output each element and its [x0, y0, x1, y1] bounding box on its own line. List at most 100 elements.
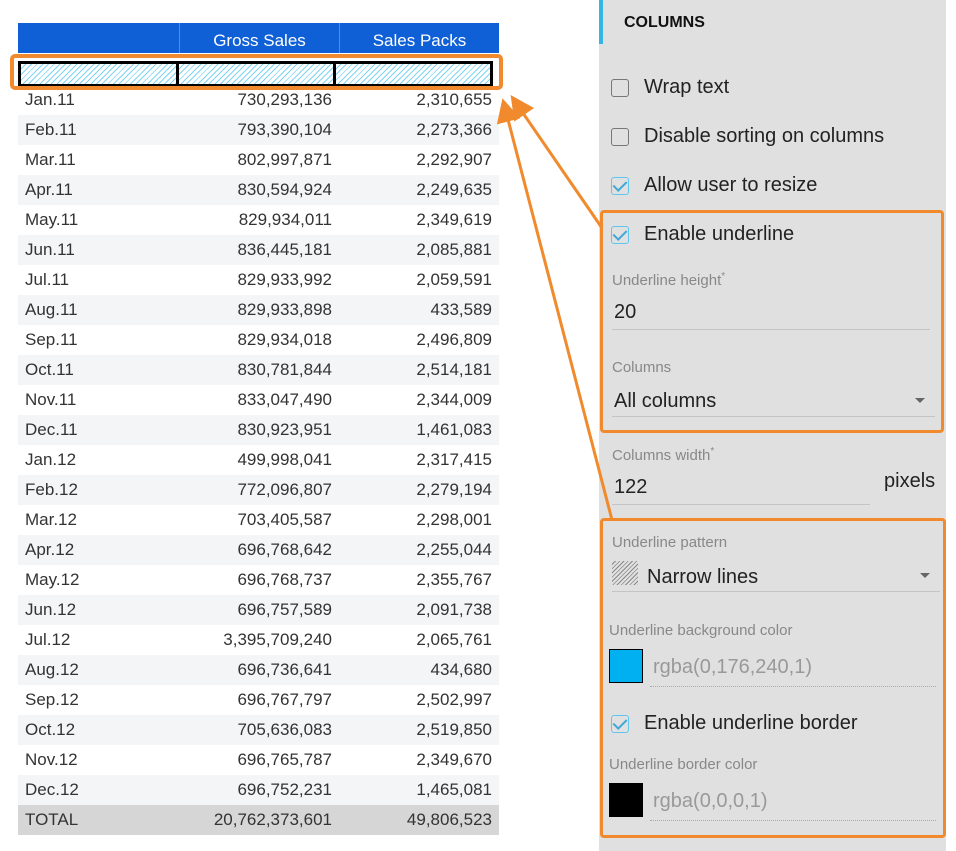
sales-packs-cell: 2,355,767 — [416, 570, 492, 589]
gross-sales-cell: 696,767,797 — [237, 690, 332, 709]
gross-sales-cell: 829,934,018 — [237, 330, 332, 349]
row-label: Aug.12 — [25, 660, 79, 679]
sales-packs-cell: 2,292,907 — [416, 150, 492, 169]
row-label: Jan.11 — [25, 90, 75, 109]
table-row: Aug.12 696,736,641 434,680 — [18, 655, 499, 685]
table-row: Apr.12 696,768,642 2,255,044 — [18, 535, 499, 565]
sales-packs-cell: 2,344,009 — [416, 390, 492, 409]
table-row: Jul.12 3,395,709,240 2,065,761 — [18, 625, 499, 655]
section-title: COLUMNS — [624, 14, 705, 31]
table-row: Apr.11 830,594,924 2,249,635 — [18, 175, 499, 205]
gross-sales-cell: 705,636,083 — [237, 720, 332, 739]
arrow-from-underline-style — [496, 98, 614, 521]
table-row: Sep.12 696,767,797 2,502,997 — [18, 685, 499, 715]
disable-sorting-label: Disable sorting on columns — [644, 125, 885, 147]
data-grid: Gross Sales Sales Packs Jan.11 730,293,13… — [18, 23, 499, 835]
sales-packs-cell: 2,059,591 — [416, 270, 492, 289]
columns-width-input[interactable]: 122 — [614, 476, 647, 499]
gross-sales-cell: 836,445,181 — [237, 240, 332, 259]
sales-packs-cell: 2,255,044 — [416, 540, 492, 559]
wrap-text-label: Wrap text — [644, 76, 730, 98]
arrow-from-underline-settings — [510, 95, 604, 229]
gross-sales-cell: 20,762,373,601 — [213, 810, 332, 829]
row-label: Jul.12 — [25, 630, 71, 649]
sales-packs-cell: 2,496,809 — [416, 330, 492, 349]
wrap-text-option[interactable]: Wrap text — [611, 76, 729, 99]
sales-packs-cell: 2,273,366 — [416, 120, 492, 139]
row-label: Nov.12 — [25, 750, 78, 769]
gross-sales-cell: 499,998,041 — [237, 450, 332, 469]
row-label: May.12 — [25, 570, 80, 589]
allow-resize-checkbox[interactable] — [611, 176, 629, 195]
gross-sales-cell: 696,757,589 — [237, 600, 332, 619]
gross-sales-cell: 830,594,924 — [237, 180, 332, 199]
sales-packs-cell: 49,806,523 — [406, 810, 492, 829]
table-row: Dec.12 696,752,231 1,465,081 — [18, 775, 499, 805]
sales-packs-cell: 2,085,881 — [416, 240, 492, 259]
columns-width-label: Columns width* — [612, 446, 715, 464]
gross-sales-cell: 772,096,807 — [237, 480, 332, 499]
gross-sales-cell: 829,933,992 — [237, 270, 332, 289]
header-sales-packs[interactable]: Sales Packs — [339, 23, 499, 53]
sales-packs-cell: 2,065,761 — [416, 630, 492, 649]
table-row: Jun.12 696,757,589 2,091,738 — [18, 595, 499, 625]
row-label: Dec.12 — [25, 780, 79, 799]
table-row: Jun.11 836,445,181 2,085,881 — [18, 235, 499, 265]
sales-packs-cell: 2,317,415 — [416, 450, 492, 469]
gross-sales-cell: 829,934,011 — [238, 210, 332, 229]
sales-packs-cell: 2,298,001 — [416, 510, 492, 529]
row-label: TOTAL — [25, 810, 79, 829]
table-row: Dec.11 830,923,951 1,461,083 — [18, 415, 499, 445]
row-label: Jun.11 — [25, 240, 75, 259]
row-label: Oct.11 — [25, 360, 74, 379]
underline-highlight-box — [10, 54, 503, 90]
section-accent-bar — [599, 0, 603, 44]
table-row: May.12 696,768,737 2,355,767 — [18, 565, 499, 595]
table-row: Jan.12 499,998,041 2,317,415 — [18, 445, 499, 475]
gross-sales-cell: 696,768,737 — [237, 570, 332, 589]
wrap-text-checkbox[interactable] — [611, 78, 629, 97]
columns-width-unit: pixels — [884, 470, 936, 492]
row-label: Nov.11 — [25, 390, 77, 409]
row-label: Mar.11 — [25, 150, 76, 169]
gross-sales-cell: 793,390,104 — [237, 120, 332, 139]
row-label: Jul.11 — [25, 270, 70, 289]
total-row: TOTAL 20,762,373,601 49,806,523 — [18, 805, 499, 835]
row-label: Jun.12 — [25, 600, 77, 619]
gross-sales-cell: 696,765,787 — [237, 750, 332, 769]
disable-sorting-checkbox[interactable] — [611, 127, 629, 146]
columns-width-field-line — [612, 504, 870, 505]
gross-sales-cell: 830,923,951 — [237, 420, 332, 439]
row-label: Sep.11 — [25, 330, 78, 349]
sales-packs-cell: 2,502,997 — [416, 690, 492, 709]
row-label: Aug.11 — [25, 300, 78, 319]
allow-resize-option[interactable]: Allow user to resize — [611, 174, 817, 197]
header-gross-sales[interactable]: Gross Sales — [179, 23, 339, 53]
gross-sales-cell: 830,781,844 — [237, 360, 332, 379]
table-row: Sep.11 829,934,018 2,496,809 — [18, 325, 499, 355]
sales-packs-cell: 2,091,738 — [416, 600, 492, 619]
sales-packs-cell: 433,589 — [430, 300, 492, 319]
gross-sales-cell: 833,047,490 — [237, 390, 332, 409]
row-label: Apr.12 — [25, 540, 75, 559]
gross-sales-cell: 696,736,641 — [237, 660, 332, 679]
sales-packs-cell: 2,279,194 — [416, 480, 492, 499]
gross-sales-cell: 730,293,136 — [237, 90, 332, 109]
grid-body: Jan.11 730,293,136 2,310,655 Feb.11 793,390,… — [18, 85, 499, 835]
gross-sales-cell: 696,752,231 — [237, 780, 332, 799]
row-label: Apr.11 — [25, 180, 73, 199]
gross-sales-cell: 703,405,587 — [237, 510, 332, 529]
table-row: Mar.11 802,997,871 2,292,907 — [18, 145, 499, 175]
header-row-label[interactable] — [18, 23, 179, 53]
gross-sales-cell: 829,933,898 — [237, 300, 332, 319]
sales-packs-cell: 434,680 — [430, 660, 492, 679]
allow-resize-label: Allow user to resize — [644, 174, 818, 196]
disable-sorting-option[interactable]: Disable sorting on columns — [611, 125, 884, 148]
grid-header: Gross Sales Sales Packs — [18, 23, 499, 53]
sales-packs-cell: 1,461,083 — [416, 420, 492, 439]
table-row: Nov.11 833,047,490 2,344,009 — [18, 385, 499, 415]
sales-packs-cell: 2,514,181 — [416, 360, 492, 379]
row-label: Feb.11 — [25, 120, 77, 139]
sales-packs-cell: 2,349,670 — [416, 750, 492, 769]
table-row: Jul.11 829,933,992 2,059,591 — [18, 265, 499, 295]
